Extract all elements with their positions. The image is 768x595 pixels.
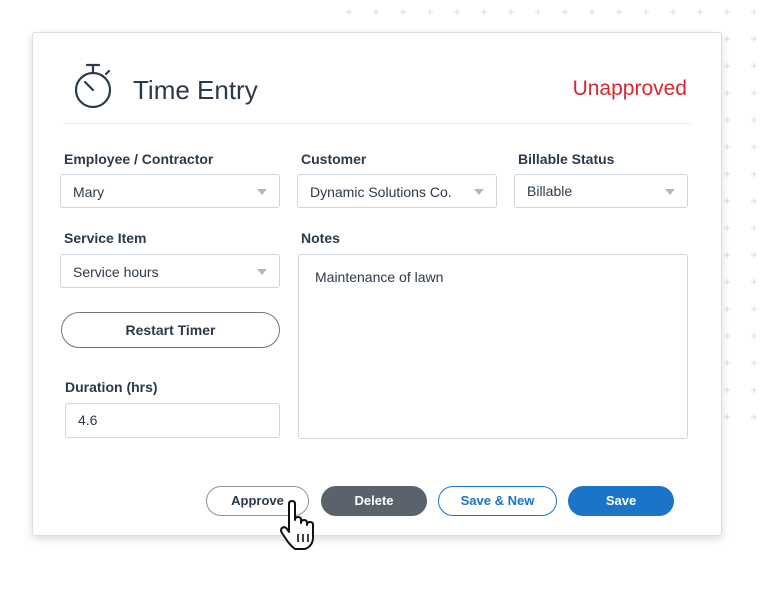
customer-label: Customer bbox=[301, 151, 367, 167]
notes-textarea[interactable]: Maintenance of lawn bbox=[298, 254, 688, 439]
status-badge: Unapproved bbox=[572, 77, 687, 100]
chevron-down-icon bbox=[474, 189, 484, 195]
billable-select[interactable]: Billable bbox=[514, 174, 688, 208]
notes-value: Maintenance of lawn bbox=[315, 269, 444, 285]
save-button[interactable]: Save bbox=[568, 486, 674, 516]
service-select[interactable]: Service hours bbox=[60, 254, 280, 288]
duration-label: Duration (hrs) bbox=[65, 379, 158, 395]
employee-select[interactable]: Mary bbox=[60, 174, 280, 208]
duration-input[interactable]: 4.6 bbox=[65, 403, 280, 438]
customer-select[interactable]: Dynamic Solutions Co. bbox=[297, 174, 497, 208]
time-entry-card: Time Entry Unapproved Employee / Contrac… bbox=[32, 32, 722, 536]
save-and-new-button[interactable]: Save & New bbox=[438, 486, 557, 516]
chevron-down-icon bbox=[257, 269, 267, 275]
employee-label: Employee / Contractor bbox=[64, 151, 214, 167]
customer-value: Dynamic Solutions Co. bbox=[310, 184, 452, 200]
hand-pointer-icon bbox=[280, 500, 314, 550]
chevron-down-icon bbox=[257, 189, 267, 195]
billable-value: Billable bbox=[527, 183, 573, 199]
service-value: Service hours bbox=[73, 264, 159, 280]
service-label: Service Item bbox=[64, 230, 147, 246]
stopwatch-icon bbox=[74, 63, 112, 109]
employee-value: Mary bbox=[73, 184, 105, 200]
notes-label: Notes bbox=[301, 230, 340, 246]
restart-timer-button[interactable]: Restart Timer bbox=[61, 312, 280, 348]
chevron-down-icon bbox=[665, 189, 675, 195]
page-title: Time Entry bbox=[133, 75, 258, 105]
card-header: Time Entry Unapproved bbox=[33, 33, 721, 123]
header-divider bbox=[63, 123, 691, 124]
delete-button[interactable]: Delete bbox=[321, 486, 427, 516]
duration-value: 4.6 bbox=[78, 412, 98, 428]
billable-label: Billable Status bbox=[518, 151, 615, 167]
